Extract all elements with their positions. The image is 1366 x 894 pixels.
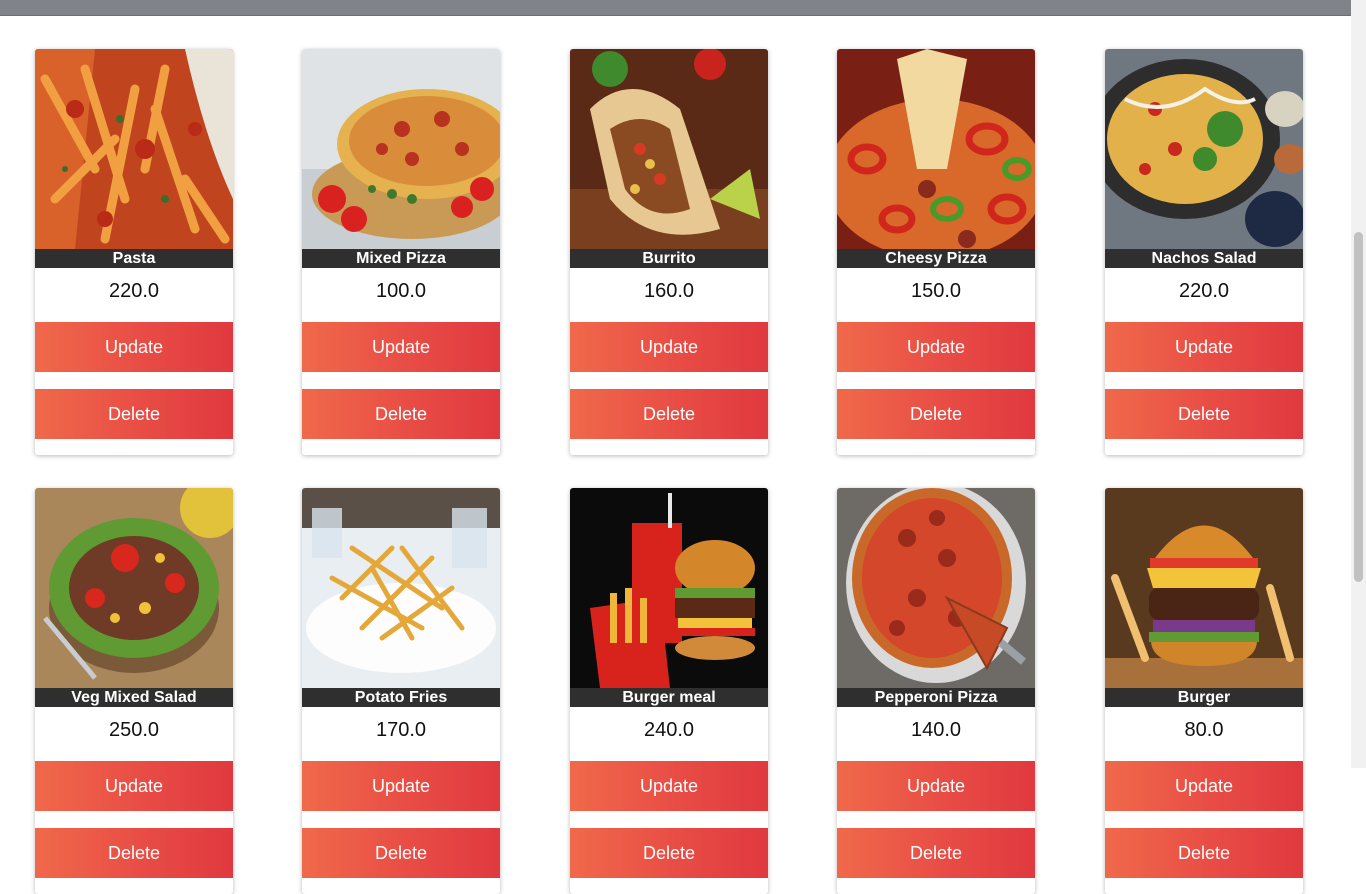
food-image-veg-mixed-salad — [35, 488, 233, 688]
food-image-pasta — [35, 49, 233, 249]
food-image-burrito — [570, 49, 768, 249]
update-button[interactable]: Update — [570, 322, 768, 372]
food-name: Pepperoni Pizza — [837, 688, 1035, 707]
food-name: Mixed Pizza — [302, 249, 500, 268]
food-price: 150.0 — [910, 280, 962, 302]
food-price: 170.0 — [375, 719, 427, 741]
food-card: Pepperoni Pizza 140.0 Update Delete — [837, 488, 1035, 894]
food-card: Veg Mixed Salad 250.0 Update Delete — [35, 488, 233, 894]
food-image-cheesy-pizza — [837, 49, 1035, 249]
delete-button[interactable]: Delete — [1105, 389, 1303, 439]
scrollbar-thumb[interactable] — [1354, 232, 1363, 582]
food-name: Nachos Salad — [1105, 249, 1303, 268]
food-name: Potato Fries — [302, 688, 500, 707]
food-grid: Pasta 220.0 Update Delete Mixed Pizza 10… — [0, 0, 1351, 894]
food-price: 160.0 — [643, 280, 695, 302]
food-name: Pasta — [35, 249, 233, 268]
delete-button[interactable]: Delete — [570, 389, 768, 439]
delete-button[interactable]: Delete — [302, 828, 500, 878]
update-button[interactable]: Update — [837, 322, 1035, 372]
update-button[interactable]: Update — [837, 761, 1035, 811]
food-card: Burger 80.0 Update Delete — [1105, 488, 1303, 894]
food-card: Nachos Salad 220.0 Update Delete — [1105, 49, 1303, 455]
delete-button[interactable]: Delete — [35, 389, 233, 439]
food-price: 240.0 — [643, 719, 695, 741]
food-image-nachos-salad — [1105, 49, 1303, 249]
delete-button[interactable]: Delete — [302, 389, 500, 439]
food-card: Cheesy Pizza 150.0 Update Delete — [837, 49, 1035, 455]
food-card: Pasta 220.0 Update Delete — [35, 49, 233, 455]
food-image-mixed-pizza — [302, 49, 500, 249]
update-button[interactable]: Update — [35, 761, 233, 811]
food-name: Burrito — [570, 249, 768, 268]
food-image-pepperoni-pizza — [837, 488, 1035, 688]
update-button[interactable]: Update — [570, 761, 768, 811]
food-name: Cheesy Pizza — [837, 249, 1035, 268]
food-card: Mixed Pizza 100.0 Update Delete — [302, 49, 500, 455]
food-card: Burrito 160.0 Update Delete — [570, 49, 768, 455]
food-name: Veg Mixed Salad — [35, 688, 233, 707]
food-card: Burger meal 240.0 Update Delete — [570, 488, 768, 894]
update-button[interactable]: Update — [35, 322, 233, 372]
delete-button[interactable]: Delete — [35, 828, 233, 878]
vertical-scrollbar[interactable] — [1351, 0, 1366, 768]
delete-button[interactable]: Delete — [837, 828, 1035, 878]
update-button[interactable]: Update — [1105, 761, 1303, 811]
delete-button[interactable]: Delete — [570, 828, 768, 878]
food-image-burger-meal — [570, 488, 768, 688]
food-price: 220.0 — [1178, 280, 1230, 302]
food-image-burger — [1105, 488, 1303, 688]
food-price: 80.0 — [1184, 719, 1224, 741]
food-price: 250.0 — [108, 719, 160, 741]
food-name: Burger — [1105, 688, 1303, 707]
food-image-potato-fries — [302, 488, 500, 688]
food-price: 220.0 — [108, 280, 160, 302]
update-button[interactable]: Update — [302, 322, 500, 372]
food-price: 100.0 — [375, 280, 427, 302]
food-price: 140.0 — [910, 719, 962, 741]
food-name: Burger meal — [570, 688, 768, 707]
update-button[interactable]: Update — [1105, 322, 1303, 372]
delete-button[interactable]: Delete — [837, 389, 1035, 439]
delete-button[interactable]: Delete — [1105, 828, 1303, 878]
food-card: Potato Fries 170.0 Update Delete — [302, 488, 500, 894]
update-button[interactable]: Update — [302, 761, 500, 811]
